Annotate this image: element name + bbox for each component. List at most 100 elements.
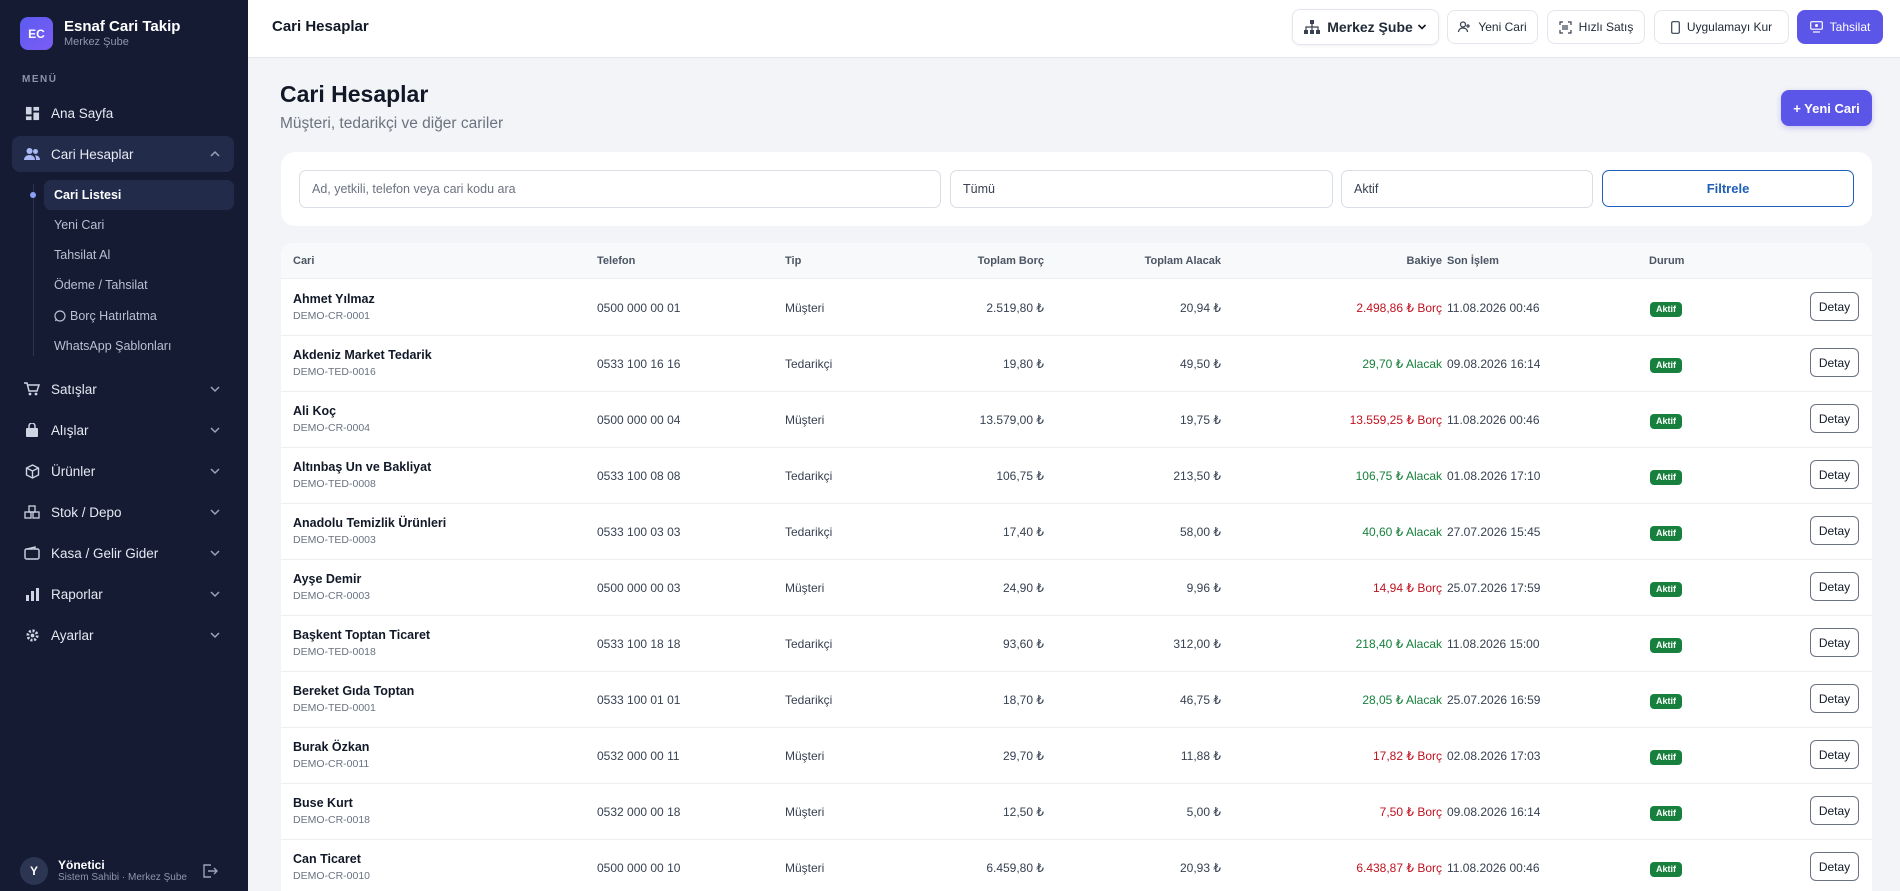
table-row[interactable]: Buse Kurt DEMO-CR-0018 0532 000 00 18 Müşte… — [281, 784, 1872, 840]
page-title: Cari Hesaplar — [280, 81, 429, 107]
sub-item-collect[interactable]: Tahsilat Al — [44, 240, 234, 270]
sidebar-item-stock[interactable]: Stok / Depo — [12, 494, 234, 530]
sidebar-item-label: Kasa / Gelir Gider — [51, 545, 159, 561]
cari-name[interactable]: Ayşe Demir — [293, 572, 361, 586]
phone: 0532 000 00 11 — [597, 749, 680, 763]
mobile-icon — [1670, 20, 1680, 34]
col-header-credit[interactable]: Toplam Alacak — [1091, 255, 1221, 267]
total-debt: 18,70 ₺ — [1003, 693, 1044, 707]
sidebar-item-settings[interactable]: Ayarlar — [12, 617, 234, 653]
sub-item-new-account[interactable]: Yeni Cari — [44, 210, 234, 240]
branch-select[interactable]: Merkez Şube — [1292, 9, 1439, 45]
status-badge: Aktif — [1650, 358, 1682, 373]
table-row[interactable]: Burak Özkan DEMO-CR-0011 0532 000 00 11 Müş… — [281, 728, 1872, 784]
total-credit: 213,50 ₺ — [1173, 469, 1221, 483]
col-header-debt[interactable]: Toplam Borç — [934, 255, 1044, 267]
type-select[interactable]: Tümü — [950, 170, 1333, 208]
table-row[interactable]: Altınbaş Un ve Bakliyat DEMO-TED-0008 0533… — [281, 448, 1872, 504]
detail-button[interactable]: Detay — [1810, 348, 1859, 377]
col-header-phone[interactable]: Telefon — [597, 255, 635, 267]
total-debt: 19,80 ₺ — [1003, 357, 1044, 371]
table-row[interactable]: Akdeniz Market Tedarik DEMO-TED-0016 0533 … — [281, 336, 1872, 392]
filter-button[interactable]: Filtrele — [1602, 170, 1854, 207]
avatar: Y — [20, 857, 48, 885]
cari-name[interactable]: Başkent Toptan Ticaret — [293, 628, 430, 642]
sub-item-account-list[interactable]: Cari Listesi — [44, 180, 234, 210]
col-header-status[interactable]: Durum — [1649, 255, 1684, 267]
detail-button[interactable]: Detay — [1810, 796, 1859, 825]
install-app-button[interactable]: Uygulamayı Kur — [1654, 10, 1789, 44]
sidebar-item-accounts[interactable]: Cari Hesaplar — [12, 136, 234, 172]
detail-button[interactable]: Detay — [1810, 516, 1859, 545]
cari-name[interactable]: Buse Kurt — [293, 796, 353, 810]
cari-name[interactable]: Can Ticaret — [293, 852, 361, 866]
status-badge: Aktif — [1650, 750, 1682, 765]
sidebar-item-purchases[interactable]: Alışlar — [12, 412, 234, 448]
type: Müşteri — [785, 805, 825, 819]
sidebar-item-sales[interactable]: Satışlar — [12, 371, 234, 407]
detail-button[interactable]: Detay — [1810, 460, 1859, 489]
cari-name[interactable]: Altınbaş Un ve Bakliyat — [293, 460, 431, 474]
search-input[interactable]: Ad, yetkili, telefon veya cari kodu ara — [299, 170, 941, 208]
new-account-top-button[interactable]: Yeni Cari — [1447, 10, 1538, 44]
table-row[interactable]: Başkent Toptan Ticaret DEMO-TED-0018 0533 … — [281, 616, 1872, 672]
total-credit: 58,00 ₺ — [1180, 525, 1221, 539]
sidebar-item-reports[interactable]: Raporlar — [12, 576, 234, 612]
barcode-scan-icon — [1559, 20, 1572, 34]
cari-code: DEMO-TED-0001 — [293, 702, 376, 714]
sidebar-item-products[interactable]: Ürünler — [12, 453, 234, 489]
gear-icon — [24, 627, 40, 643]
cari-name[interactable]: Bereket Gıda Toptan — [293, 684, 414, 698]
detail-button[interactable]: Detay — [1810, 628, 1859, 657]
sidebar-item-label: Stok / Depo — [51, 504, 122, 520]
phone: 0500 000 00 04 — [597, 413, 681, 427]
sidebar-item-home[interactable]: Ana Sayfa — [12, 95, 234, 131]
table-row[interactable]: Ahmet Yılmaz DEMO-CR-0001 0500 000 00 01 Mü… — [281, 280, 1872, 336]
cari-name[interactable]: Burak Özkan — [293, 740, 369, 754]
submenu-line — [33, 184, 34, 356]
user-profile[interactable]: Y Yönetici Sistem Sahibi · Merkez Şube — [20, 857, 187, 885]
sub-item-debt-reminder[interactable]: Borç Hatırlatma — [44, 301, 234, 331]
cari-name[interactable]: Ali Koç — [293, 404, 336, 418]
sub-item-whatsapp-templates[interactable]: WhatsApp Şablonları — [44, 331, 234, 361]
user-role: Sistem Sahibi · Merkez Şube — [58, 872, 187, 883]
table-row[interactable]: Ayşe Demir DEMO-CR-0003 0500 000 00 03 Müşt… — [281, 560, 1872, 616]
total-credit: 9,96 ₺ — [1186, 581, 1221, 595]
logout-icon[interactable] — [202, 863, 218, 879]
detail-button[interactable]: Detay — [1810, 572, 1859, 601]
type: Müşteri — [785, 301, 825, 315]
boxes-icon — [24, 504, 40, 520]
col-header-cari[interactable]: Cari — [293, 255, 314, 267]
detail-button[interactable]: Detay — [1810, 404, 1859, 433]
type: Tedarikçi — [785, 637, 833, 651]
status-select[interactable]: Aktif — [1341, 170, 1593, 208]
sidebar-item-cash[interactable]: Kasa / Gelir Gider — [12, 535, 234, 571]
sub-item-payment[interactable]: Ödeme / Tahsilat — [44, 270, 234, 300]
col-header-type[interactable]: Tip — [785, 255, 801, 267]
last-transaction: 02.08.2026 17:03 — [1447, 749, 1541, 763]
total-credit: 20,93 ₺ — [1180, 861, 1221, 875]
table-row[interactable]: Can Ticaret DEMO-CR-0010 0500 000 00 10 Müş… — [281, 840, 1872, 891]
last-transaction: 09.08.2026 16:14 — [1447, 357, 1541, 371]
detail-button[interactable]: Detay — [1810, 292, 1859, 321]
table-row[interactable]: Bereket Gıda Toptan DEMO-TED-0001 0533 100… — [281, 672, 1872, 728]
accounts-table: Cari Telefon Tip Toplam Borç Toplam Alac… — [281, 243, 1872, 891]
status-badge: Aktif — [1650, 470, 1682, 485]
new-account-button[interactable]: + Yeni Cari — [1781, 90, 1872, 126]
cari-name[interactable]: Ahmet Yılmaz — [293, 292, 375, 306]
brand[interactable]: EC Esnaf Cari Takip Merkez Şube — [20, 17, 180, 50]
quick-sale-button[interactable]: Hızlı Satış — [1547, 10, 1645, 44]
col-header-balance[interactable]: Bakiye — [1301, 255, 1442, 267]
collection-button[interactable]: Tahsilat — [1797, 10, 1883, 44]
cari-name[interactable]: Anadolu Temizlik Ürünleri — [293, 516, 446, 530]
table-row[interactable]: Anadolu Temizlik Ürünleri DEMO-TED-0003 05… — [281, 504, 1872, 560]
balance: 40,60 ₺ Alacak — [1362, 525, 1442, 539]
detail-button[interactable]: Detay — [1810, 740, 1859, 769]
detail-button[interactable]: Detay — [1810, 684, 1859, 713]
table-row[interactable]: Ali Koç DEMO-CR-0004 0500 000 00 04 Müşteri… — [281, 392, 1872, 448]
last-transaction: 09.08.2026 16:14 — [1447, 805, 1541, 819]
box-icon — [24, 463, 40, 479]
col-header-last[interactable]: Son İşlem — [1447, 255, 1499, 267]
cari-name[interactable]: Akdeniz Market Tedarik — [293, 348, 432, 362]
detail-button[interactable]: Detay — [1810, 852, 1859, 881]
